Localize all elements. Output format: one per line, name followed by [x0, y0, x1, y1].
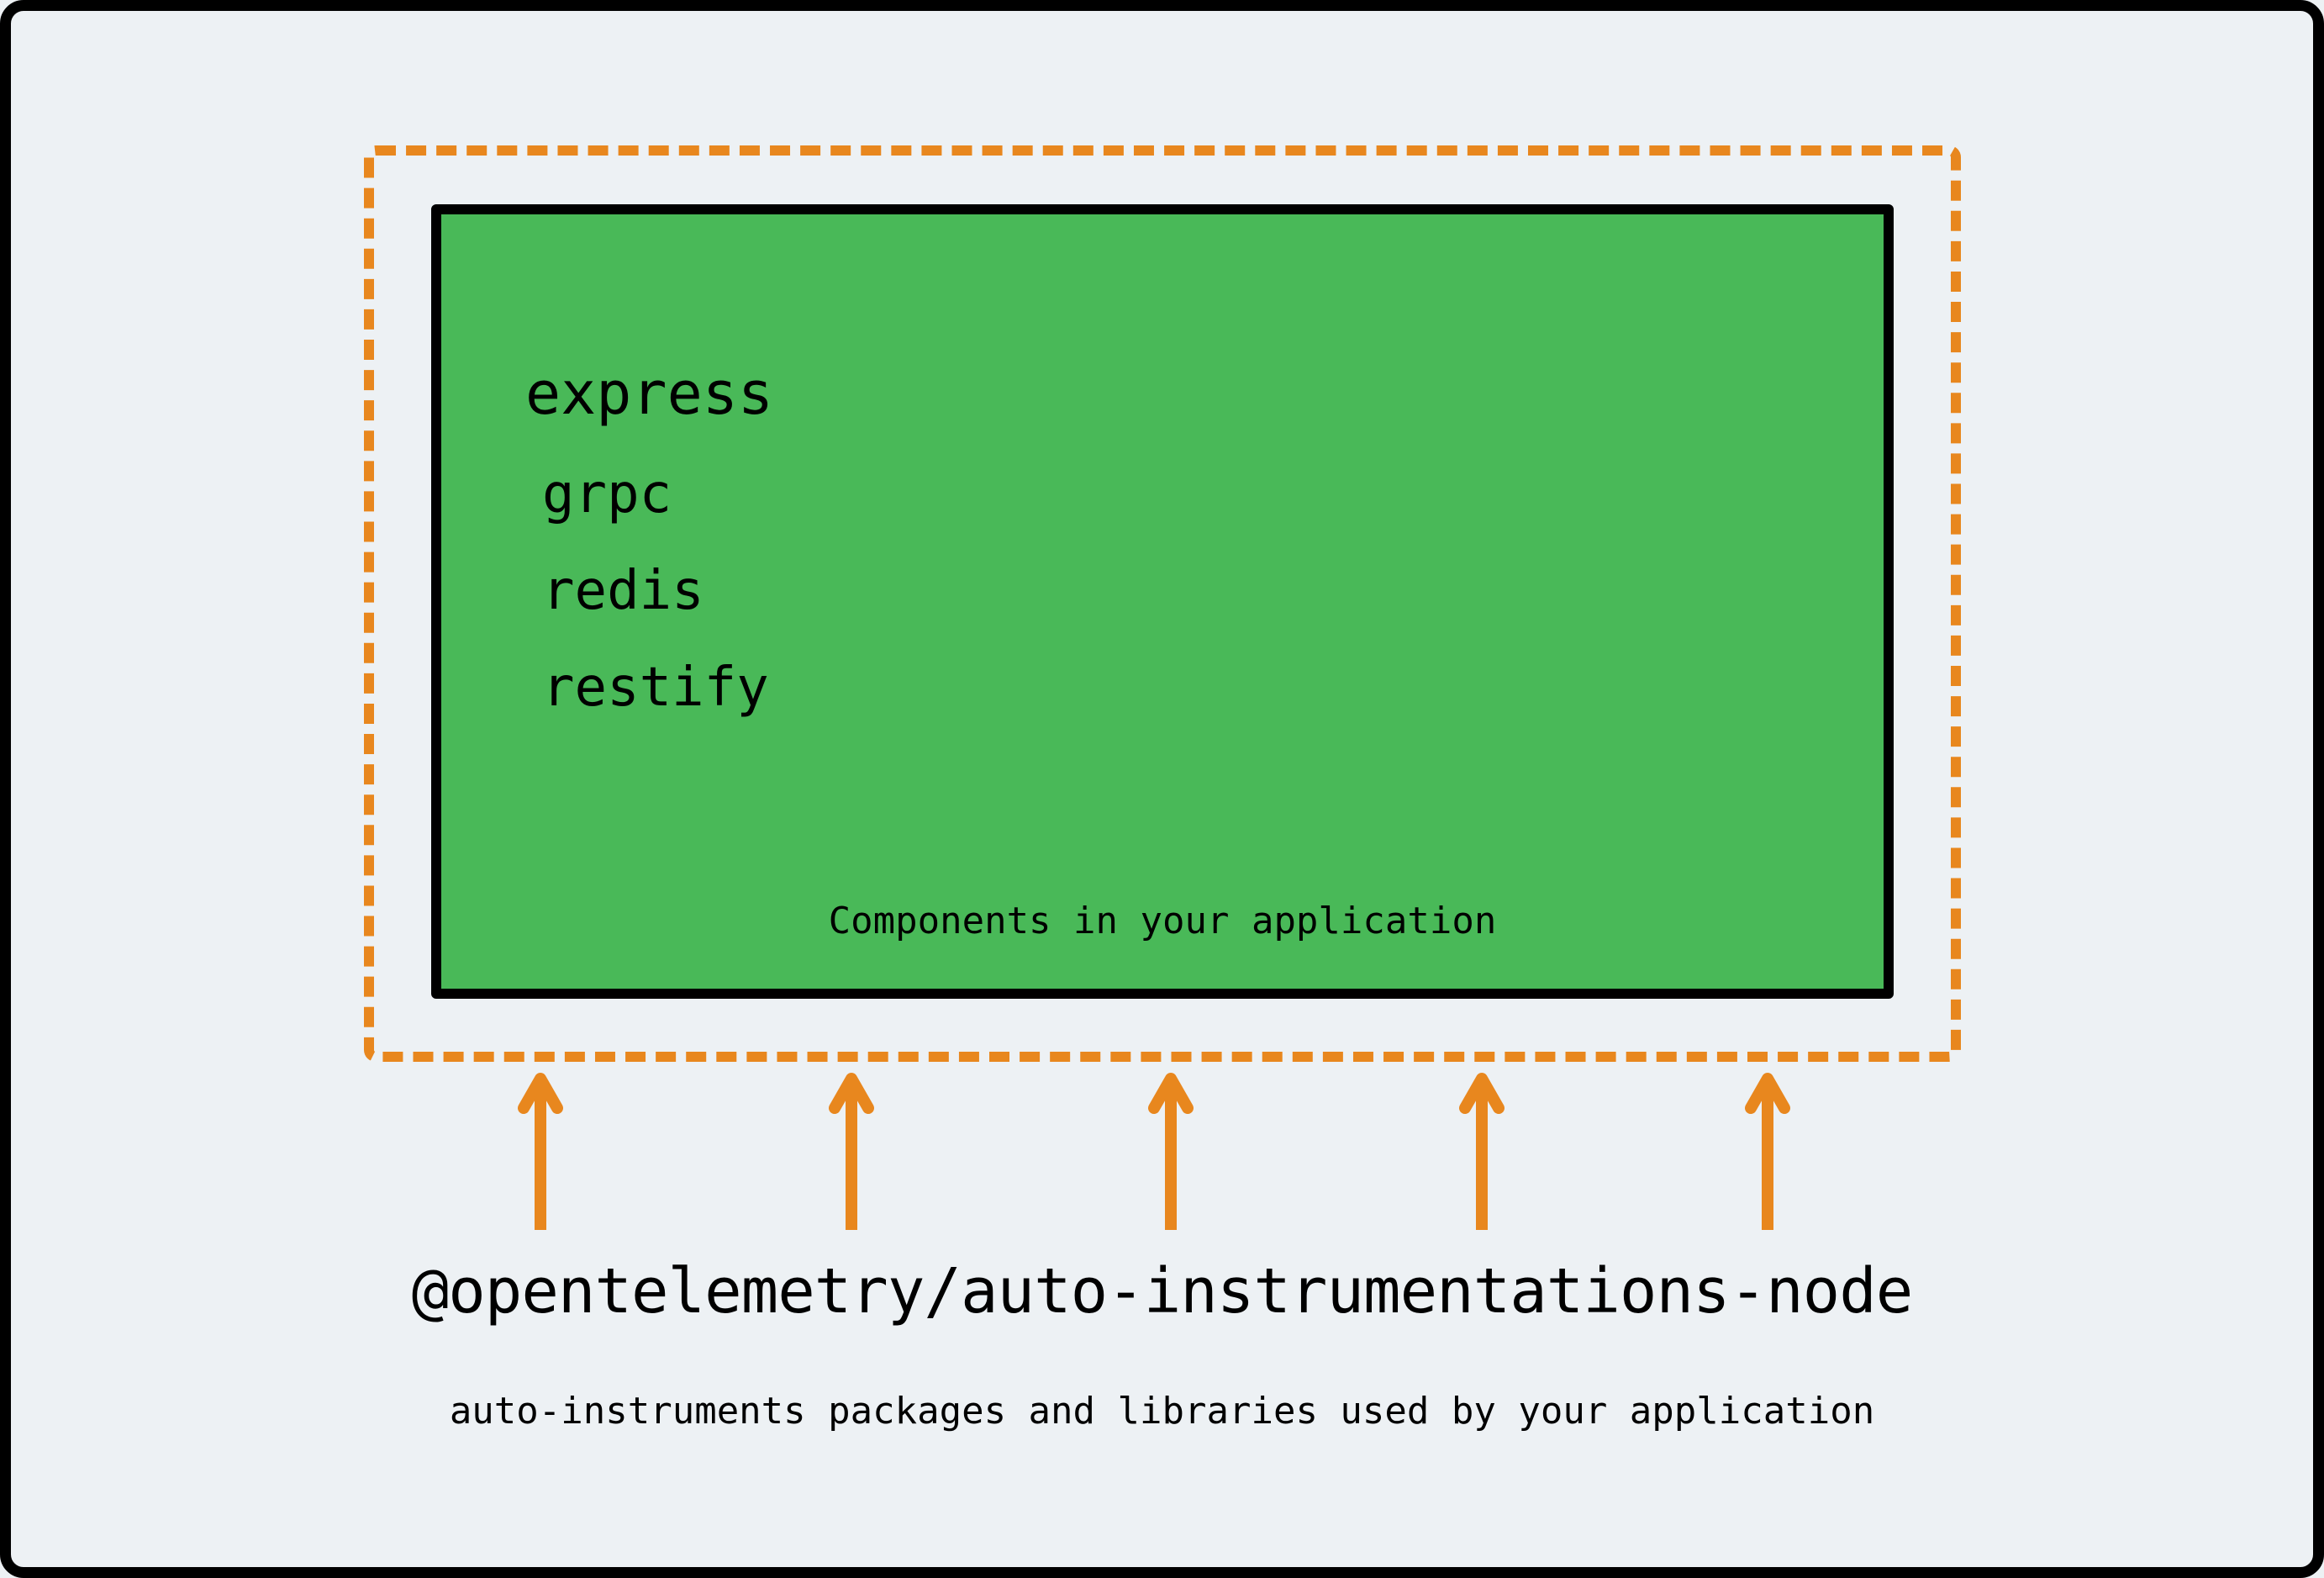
package-name-label: @opentelemetry/auto-instrumentations-nod…: [11, 1255, 2313, 1327]
component-list: express grpc redis restify: [542, 340, 1783, 737]
arrow-up-icon: [1146, 1062, 1162, 1213]
component-item: restify: [542, 640, 1783, 736]
diagram-canvas: express grpc redis restify Components in…: [0, 0, 2324, 1578]
arrow-up-icon: [1457, 1062, 1473, 1213]
arrow-up-icon: [515, 1062, 532, 1213]
arrow-up-icon: [826, 1062, 843, 1213]
arrow-up-icon: [1742, 1062, 1759, 1213]
component-item: grpc: [542, 446, 1783, 543]
application-box: express grpc redis restify Components in…: [431, 204, 1894, 999]
package-subtitle: auto-instruments packages and libraries …: [11, 1390, 2313, 1433]
application-box-caption: Components in your application: [441, 900, 1884, 942]
component-item: express: [525, 340, 1783, 446]
component-item: redis: [542, 543, 1783, 640]
